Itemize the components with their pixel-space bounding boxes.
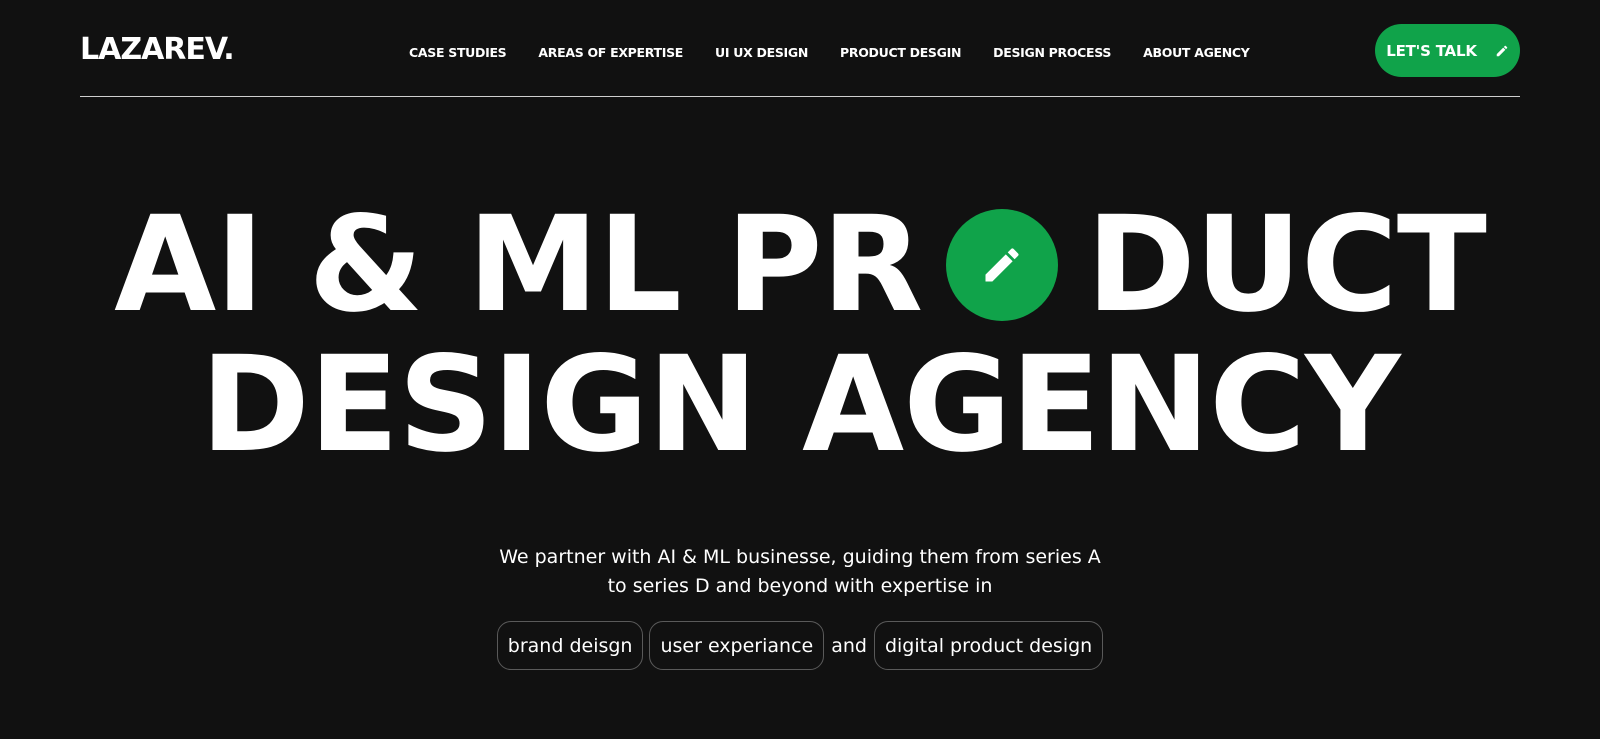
- site-header: LAZAREV. CASE STUDIES AREAS OF EXPERTISE…: [80, 0, 1520, 97]
- hero-line-2-text: DESIGN AGENCY: [200, 328, 1400, 482]
- nav-design-process[interactable]: DESIGN PROCESS: [993, 45, 1111, 60]
- pencil-icon: [1496, 45, 1508, 56]
- nav-about-agency[interactable]: ABOUT AGENCY: [1143, 45, 1250, 60]
- nav-case-studies[interactable]: CASE STUDIES: [409, 45, 507, 60]
- intro-line-2: to series D and beyond with expertise in: [607, 575, 993, 597]
- nav-product-design[interactable]: PRODUCT DESGIN: [840, 45, 961, 60]
- hero-line-1: AI & ML PR DUCT: [0, 195, 1600, 335]
- hero-title: AI & ML PR DUCT DESIGN AGENCY: [0, 195, 1600, 475]
- logo[interactable]: LAZAREV.: [80, 32, 235, 67]
- hero-line-1-start: AI & ML PR: [114, 188, 923, 342]
- chip-brand-design[interactable]: brand deisgn: [496, 621, 644, 670]
- lets-talk-label: LET'S TALK: [1386, 41, 1477, 60]
- hero-o-circle[interactable]: [946, 209, 1059, 321]
- lets-talk-button[interactable]: LET'S TALK: [1375, 24, 1520, 77]
- hero-line-1-end: DUCT: [1086, 188, 1487, 342]
- intro-text: We partner with AI & ML businesse, guidi…: [0, 543, 1600, 601]
- hero-line-2: DESIGN AGENCY: [0, 335, 1600, 475]
- chip-user-experience[interactable]: user experiance: [649, 621, 825, 670]
- nav-areas-of-expertise[interactable]: AREAS OF EXPERTISE: [538, 45, 683, 60]
- main-nav: CASE STUDIES AREAS OF EXPERTISE UI UX DE…: [409, 42, 1250, 62]
- intro-line-1: We partner with AI & ML businesse, guidi…: [499, 546, 1101, 568]
- expertise-chips: brand deisgn user experiance and digital…: [0, 621, 1600, 670]
- nav-ui-ux-design[interactable]: UI UX DESIGN: [715, 45, 808, 60]
- chip-digital-product-design[interactable]: digital product design: [873, 621, 1104, 670]
- chip-connector: and: [831, 634, 867, 657]
- pencil-icon: [985, 248, 1019, 282]
